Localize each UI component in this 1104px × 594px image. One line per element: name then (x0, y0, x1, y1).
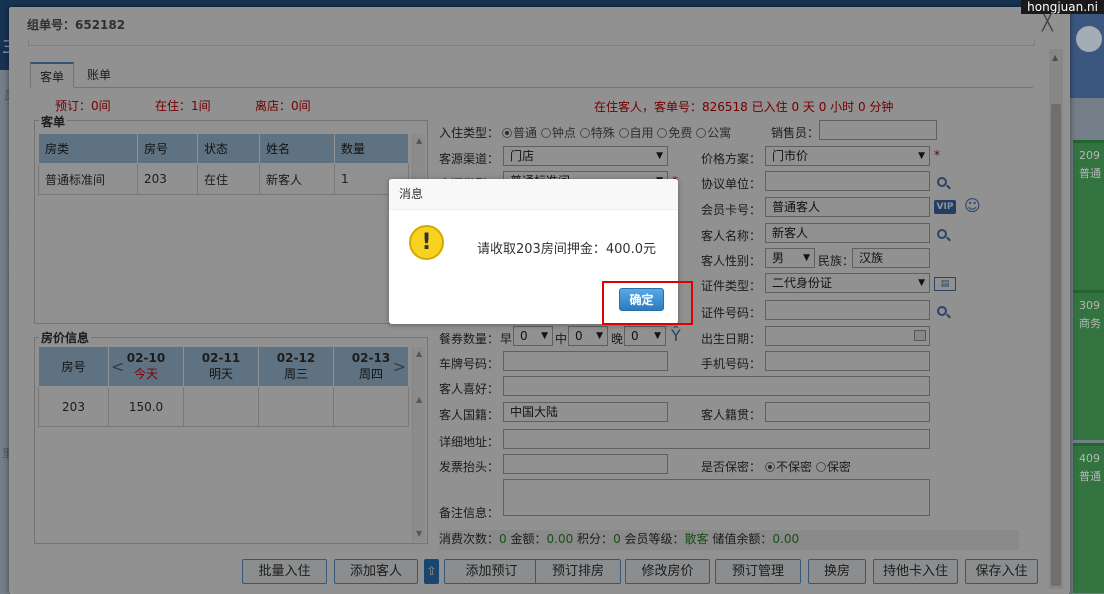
highlight-frame (602, 281, 693, 325)
watermark: hongjuan.ni (1021, 0, 1104, 14)
message-title: 消息 (389, 179, 678, 210)
message-text: 请收取203房间押金：400.0元 (477, 242, 657, 257)
warning-icon: ! (409, 225, 444, 260)
